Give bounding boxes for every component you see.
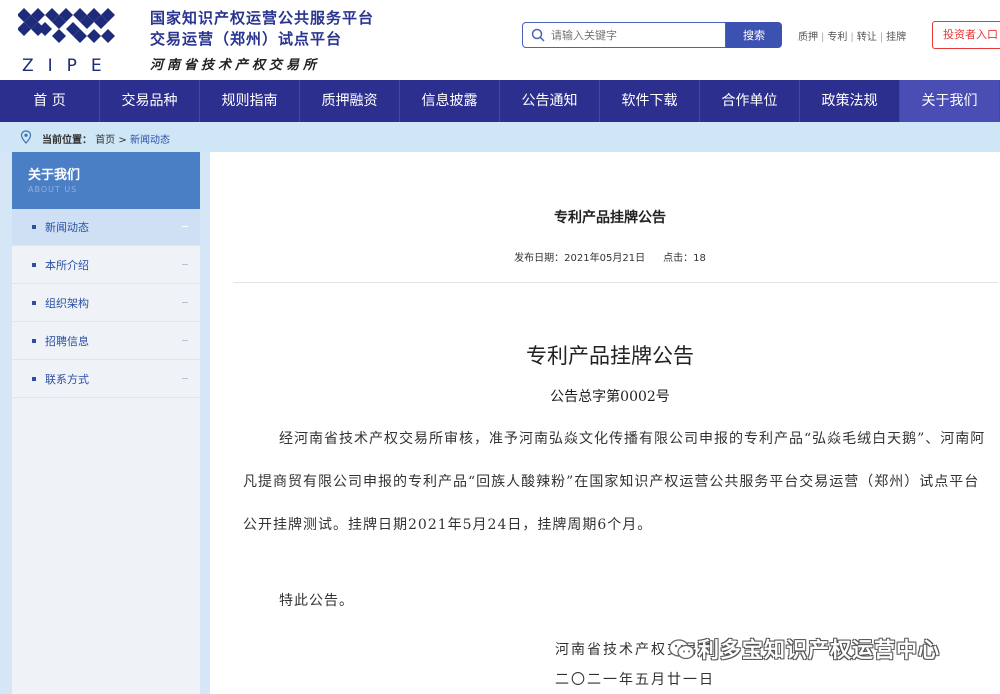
sidebar-item-contact[interactable]: 联系方式 [12, 361, 200, 398]
location-pin-icon [20, 130, 32, 144]
nav-item-pledge-financing[interactable]: 质押融资 [300, 80, 400, 122]
breadcrumb: 当前位置： 首页 > 新闻动态 [42, 131, 170, 146]
main-nav: 首 页 交易品种 规则指南 质押融资 信息披露 公告通知 软件下载 合作单位 政… [0, 80, 1000, 122]
dash-icon [182, 264, 188, 265]
quick-link-pledge[interactable]: 质押 [798, 32, 818, 43]
dash-icon [182, 378, 188, 379]
site-title: 国家知识产权运营公共服务平台 交易运营（郑州）试点平台 河南省技术产权交易所 [150, 8, 380, 73]
sidebar-item-news[interactable]: 新闻动态 [12, 209, 200, 246]
breadcrumb-separator: > [118, 135, 127, 146]
site-header: ZIPE 国家知识产权运营公共服务平台 交易运营（郑州）试点平台 河南省技术产权… [0, 0, 1000, 80]
divider [233, 282, 998, 283]
sidebar-item-label: 本所介绍 [45, 259, 89, 272]
site-title-line3: 河南省技术产权交易所 [150, 58, 321, 73]
wechat-icon [668, 639, 695, 660]
bullet-icon [32, 339, 36, 343]
publish-date-label: 发布日期： [514, 253, 565, 264]
dash-icon [182, 226, 188, 227]
bullet-icon [32, 301, 36, 305]
sidebar-item-organization[interactable]: 组织架构 [12, 285, 200, 322]
article-meta: 发布日期：2021年05月21日 点击：18 [210, 249, 1000, 264]
click-count: 18 [693, 253, 706, 264]
dash-icon [182, 340, 188, 341]
breadcrumb-home-link[interactable]: 首页 [95, 135, 115, 146]
sidebar-item-label: 招聘信息 [45, 335, 89, 348]
sidebar-item-label: 联系方式 [45, 373, 89, 386]
site-title-line2: 交易运营（郑州）试点平台 [150, 30, 343, 48]
logo-text: ZIPE [22, 56, 116, 76]
breadcrumb-current[interactable]: 新闻动态 [130, 135, 170, 146]
search-box [522, 22, 726, 48]
breadcrumb-bar: 当前位置： 首页 > 新闻动态 [0, 122, 1000, 152]
breadcrumb-label: 当前位置： [42, 135, 92, 146]
sidebar-item-label: 新闻动态 [45, 221, 89, 234]
quick-link-transfer[interactable]: 转让 [857, 32, 877, 43]
sidebar-item-recruitment[interactable]: 招聘信息 [12, 323, 200, 360]
sidebar-title: 关于我们 [28, 168, 81, 183]
quick-links: 质押 | 专利 | 转让 | 挂牌 [798, 32, 907, 43]
nav-item-notices[interactable]: 公告通知 [500, 80, 600, 122]
nav-item-partners[interactable]: 合作单位 [700, 80, 800, 122]
sidebar-subtitle: ABOUT US [28, 185, 78, 194]
watermark-text: 利多宝知识产权运营中心 [698, 638, 940, 662]
logo-mark-icon [18, 8, 115, 43]
sidebar-item-label: 组织架构 [45, 297, 89, 310]
document-number: 公告总字第0002号 [550, 389, 670, 405]
document-title: 专利产品挂牌公告 [526, 344, 694, 368]
sidebar-item-intro[interactable]: 本所介绍 [12, 247, 200, 284]
nav-item-trade-types[interactable]: 交易品种 [100, 80, 200, 122]
bullet-icon [32, 377, 36, 381]
article-title: 专利产品挂牌公告 [554, 210, 666, 226]
quick-link-patent[interactable]: 专利 [827, 32, 847, 43]
sidebar: 关于我们 ABOUT US 新闻动态 本所介绍 组织架构 招聘信息 联系方式 [12, 152, 200, 694]
signature-date: 二〇二一年五月廿一日 [555, 672, 715, 688]
click-count-label: 点击： [663, 253, 694, 264]
dash-icon [182, 302, 188, 303]
bullet-icon [32, 263, 36, 267]
nav-item-about[interactable]: 关于我们 [900, 80, 1000, 122]
bullet-icon [32, 225, 36, 229]
nav-item-disclosure[interactable]: 信息披露 [400, 80, 500, 122]
investor-entry-button[interactable]: 投资者入口 [932, 21, 1000, 49]
document-body: 经河南省技术产权交易所审核，准予河南弘焱文化传播有限公司申报的专利产品“弘焱毛绒… [243, 431, 986, 533]
sidebar-header: 关于我们 ABOUT US [12, 152, 200, 209]
document-closing-note: 特此公告。 [279, 593, 354, 609]
zipe-logo[interactable]: ZIPE [18, 6, 118, 76]
search-button[interactable]: 搜索 [726, 22, 782, 48]
publish-date: 2021年05月21日 [564, 253, 646, 264]
nav-item-home[interactable]: 首 页 [0, 80, 100, 122]
quick-link-listing[interactable]: 挂牌 [886, 32, 906, 43]
nav-item-policies[interactable]: 政策法规 [800, 80, 900, 122]
article-content: 专利产品挂牌公告 发布日期：2021年05月21日 点击：18 专利产品挂牌公告 … [210, 152, 1000, 694]
search-input[interactable] [551, 26, 721, 44]
site-title-line1: 国家知识产权运营公共服务平台 [150, 9, 375, 27]
search-icon [531, 28, 545, 42]
nav-item-downloads[interactable]: 软件下载 [600, 80, 700, 122]
nav-item-rules[interactable]: 规则指南 [200, 80, 300, 122]
